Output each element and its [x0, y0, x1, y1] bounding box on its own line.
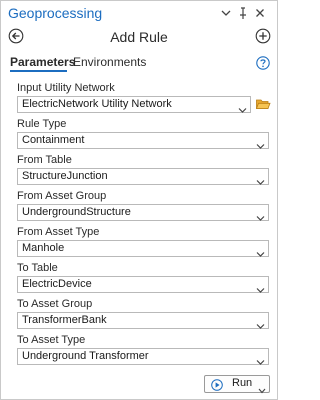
dropdown-value: TransformerBank: [22, 314, 107, 326]
to-asset-group-dropdown[interactable]: TransformerBank: [17, 312, 269, 329]
to-asset-type-dropdown[interactable]: Underground Transformer: [17, 348, 269, 365]
help-icon[interactable]: [256, 56, 270, 70]
chevron-down-icon: [256, 353, 265, 365]
folder-icon[interactable]: [255, 96, 271, 112]
param-label: From Asset Group: [17, 190, 107, 202]
chevron-down-icon: [256, 317, 265, 329]
param-label: To Asset Type: [17, 334, 86, 346]
tab-bar: Parameters Environments: [1, 55, 277, 73]
dropdown-value: Containment: [22, 134, 85, 146]
param-label: To Table: [17, 262, 58, 274]
pane-footer: Run: [1, 373, 277, 397]
input-utility-network-dropdown[interactable]: ElectricNetwork Utility Network: [17, 96, 251, 113]
param-label: Input Utility Network: [17, 82, 115, 94]
from-asset-type-dropdown[interactable]: Manhole: [17, 240, 269, 257]
close-icon[interactable]: [254, 5, 266, 21]
pane-title: Geoprocessing: [8, 5, 103, 21]
rule-type-dropdown[interactable]: Containment: [17, 132, 269, 149]
chevron-down-icon: [256, 281, 265, 293]
dropdown-value: Manhole: [22, 242, 65, 254]
active-tab-indicator: [10, 70, 67, 72]
dropdown-value: Underground Transformer: [22, 350, 149, 362]
chevron-down-icon: [256, 173, 265, 185]
dropdown-value: StructureJunction: [22, 170, 108, 182]
from-table-dropdown[interactable]: StructureJunction: [17, 168, 269, 185]
tab-environments[interactable]: Environments: [73, 55, 146, 69]
dropdown-value: ElectricNetwork Utility Network: [22, 98, 172, 110]
geoprocessing-pane: Geoprocessing Add Rule Parameters Enviro…: [0, 0, 278, 400]
tool-title: Add Rule: [110, 29, 168, 45]
pane-titlebar: Geoprocessing: [1, 1, 277, 27]
param-label: To Asset Group: [17, 298, 93, 310]
chevron-down-icon[interactable]: [258, 381, 266, 394]
play-icon: [211, 378, 223, 391]
chevron-down-icon: [256, 137, 265, 149]
run-button[interactable]: Run: [204, 375, 270, 394]
from-asset-group-dropdown[interactable]: UndergroundStructure: [17, 204, 269, 221]
tab-parameters[interactable]: Parameters: [10, 55, 75, 69]
pin-icon[interactable]: [237, 5, 249, 21]
chevron-down-icon: [256, 209, 265, 221]
dropdown-value: UndergroundStructure: [22, 206, 131, 218]
run-label: Run: [232, 377, 253, 389]
tool-header: Add Rule: [1, 27, 277, 49]
chevron-down-icon[interactable]: [220, 5, 232, 21]
dropdown-value: ElectricDevice: [22, 278, 92, 290]
add-icon[interactable]: [255, 28, 271, 44]
chevron-down-icon: [238, 101, 247, 113]
param-label: Rule Type: [17, 118, 67, 130]
param-label: From Asset Type: [17, 226, 100, 238]
chevron-down-icon: [256, 245, 265, 257]
to-table-dropdown[interactable]: ElectricDevice: [17, 276, 269, 293]
param-label: From Table: [17, 154, 72, 166]
